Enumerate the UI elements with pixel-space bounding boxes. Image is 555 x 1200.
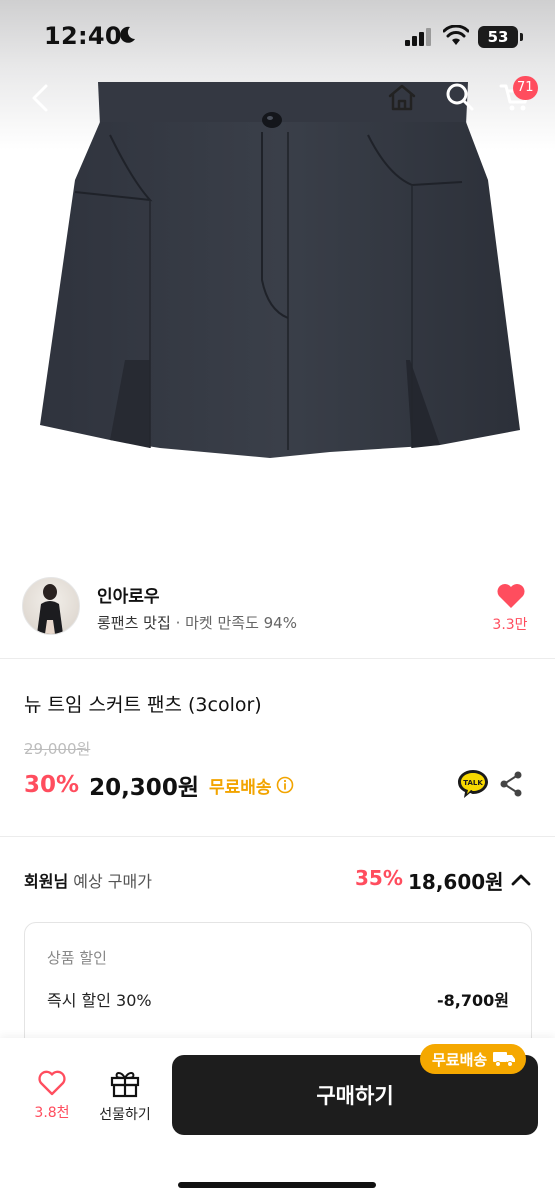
- home-icon: [388, 84, 416, 111]
- info-icon[interactable]: [276, 776, 294, 794]
- back-icon: [32, 84, 48, 112]
- search-icon: [446, 83, 474, 111]
- like-button[interactable]: 3.8천: [26, 1070, 78, 1134]
- battery-tip: [520, 33, 523, 41]
- member-price: 18,600원: [408, 870, 504, 894]
- instant-discount-amount: -8,700원: [437, 991, 509, 1010]
- sale-price: 20,300원: [89, 775, 199, 801]
- seller-like-heart-icon[interactable]: [496, 582, 526, 610]
- kakao-talk-icon[interactable]: TALK: [456, 768, 490, 800]
- cart-count-badge: 71: [513, 76, 538, 100]
- search-button[interactable]: [440, 77, 480, 117]
- bottom-action-bar: 3.8천 선물하기 구매하기 무료배송: [0, 1038, 555, 1200]
- signal-icon: [405, 28, 431, 46]
- back-button[interactable]: [22, 78, 58, 118]
- discount-box-title: 상품 할인: [47, 949, 107, 967]
- share-icon[interactable]: [498, 770, 524, 798]
- instant-discount-label: 즉시 할인 30%: [47, 991, 152, 1010]
- home-button[interactable]: [382, 77, 422, 117]
- seller-avatar[interactable]: [22, 577, 80, 635]
- original-price: 29,000원: [24, 740, 91, 758]
- chevron-up-icon[interactable]: [510, 870, 532, 890]
- gift-icon: [110, 1072, 140, 1098]
- home-indicator: [178, 1182, 376, 1188]
- seller-satisfaction: · 마켓 만족도 94%: [175, 614, 297, 632]
- divider: [0, 658, 555, 659]
- member-label-rest: 예상 구매가: [68, 872, 152, 891]
- battery-level: 53: [478, 26, 518, 48]
- free-shipping-badge: 무료배송: [420, 1044, 527, 1074]
- seller-avatar-image: [37, 584, 63, 634]
- seller-description: 롱팬츠 맛집 · 마켓 만족도 94%: [97, 612, 297, 633]
- seller-name[interactable]: 인아로우: [97, 582, 160, 607]
- seller-row[interactable]: 인아로우 롱팬츠 맛집 · 마켓 만족도 94% 3.3만: [0, 572, 555, 658]
- seller-tagline: 롱팬츠 맛집: [97, 614, 171, 632]
- gift-label: 선물하기: [99, 1107, 151, 1123]
- status-bar: 12:40 53: [0, 18, 555, 58]
- truck-icon: [493, 1052, 516, 1067]
- discount-rate: 30%: [24, 772, 80, 798]
- heart-icon: [38, 1070, 66, 1096]
- seller-like-count: 3.3만: [492, 617, 528, 633]
- svg-text:TALK: TALK: [463, 779, 483, 787]
- member-price-label: 회원님 예상 구매가: [24, 868, 152, 892]
- member-discount-rate: 35%: [355, 866, 403, 890]
- member-price-row[interactable]: 회원님 예상 구매가 35% 18,600원: [0, 858, 555, 902]
- product-title: 뉴 트임 스커트 팬츠 (3color): [24, 694, 262, 716]
- gift-button[interactable]: 선물하기: [92, 1068, 158, 1134]
- status-time: 12:40: [44, 22, 122, 50]
- like-count: 3.8천: [34, 1105, 70, 1121]
- member-label-strong: 회원님: [24, 872, 69, 891]
- divider: [0, 836, 555, 837]
- free-shipping-label: 무료배송: [208, 777, 272, 798]
- free-shipping-badge-label: 무료배송: [432, 1050, 488, 1069]
- price-row: 30% 20,300원 무료배송: [24, 768, 294, 802]
- wifi-icon: [443, 25, 469, 45]
- moon-icon: [120, 26, 135, 43]
